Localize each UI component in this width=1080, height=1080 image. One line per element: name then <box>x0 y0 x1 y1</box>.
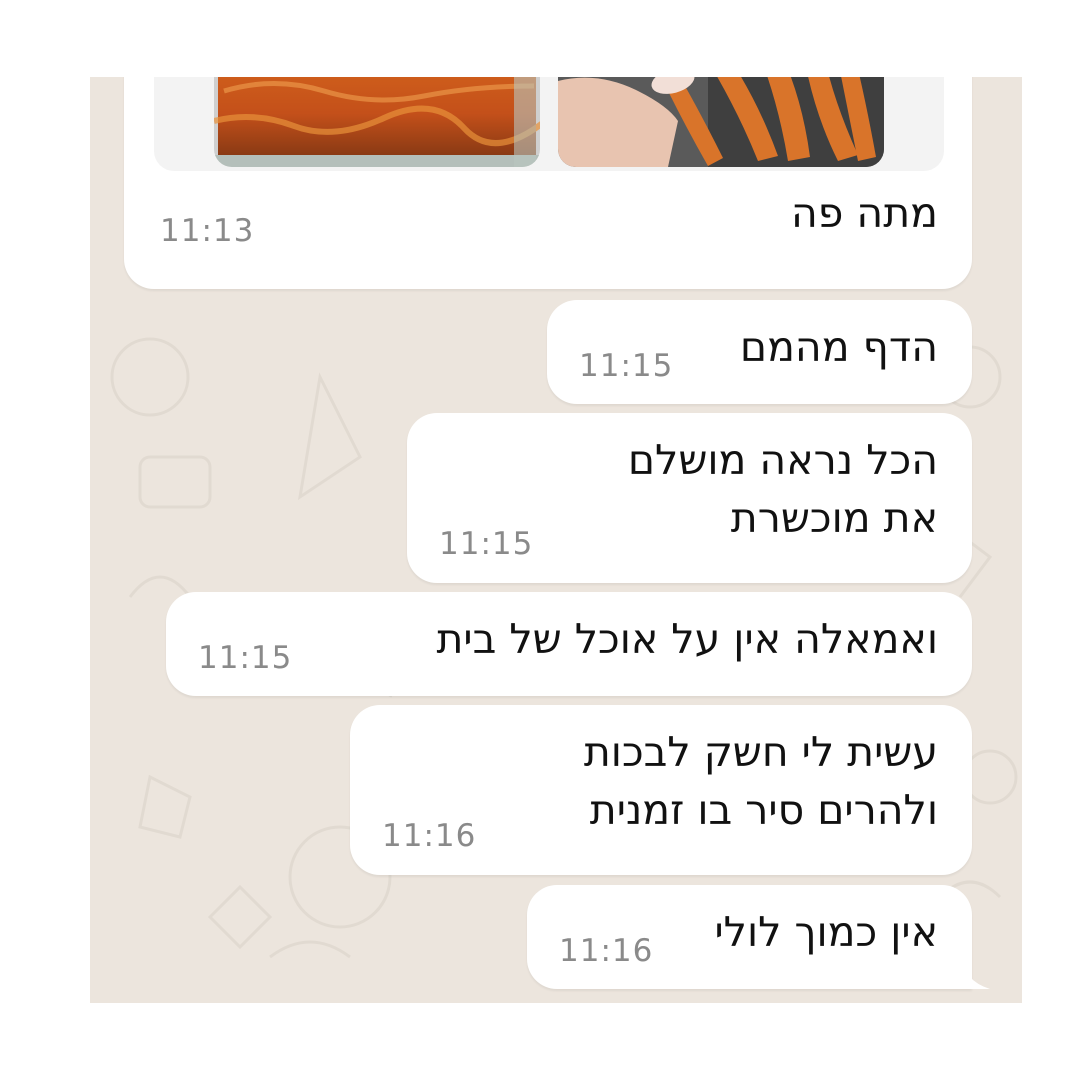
bubble-tail-icon <box>960 955 990 989</box>
message-line: ולהרים סיר בו זמנית <box>589 786 938 834</box>
message-text: עשית לי חשק לבכות ולהרים סיר בו זמנית <box>584 723 938 839</box>
message-timestamp: 11:15 <box>579 348 674 384</box>
message-timestamp: 11:16 <box>559 933 654 969</box>
message-line: ואמאלה אין על אוכל של בית <box>436 615 938 663</box>
image-sweet-potato[interactable] <box>558 77 884 167</box>
chat-area[interactable]: מתה פה 11:13 הדף מהמם 11:15 הכל נראה מוש… <box>90 77 1022 1003</box>
message-timestamp: 11:15 <box>198 640 293 676</box>
message-bubble-2[interactable]: הדף מהמם 11:15 <box>547 300 972 404</box>
message-line: עשית לי חשק לבכות <box>583 728 938 776</box>
message-text: אין כמוך לולי <box>715 903 938 961</box>
image-attachment-grid[interactable] <box>154 77 944 171</box>
message-line: אין כמוך לולי <box>714 908 938 956</box>
message-line: הכל נראה מושלם <box>627 436 938 484</box>
image-casserole[interactable] <box>214 77 540 167</box>
message-text: הדף מהמם <box>740 318 938 376</box>
message-line: את מוכשרת <box>730 494 938 542</box>
message-timestamp: 11:16 <box>382 818 477 854</box>
message-line: הדף מהמם <box>739 323 938 371</box>
message-timestamp: 11:15 <box>439 526 534 562</box>
message-bubble-1[interactable]: מתה פה 11:13 <box>124 77 972 289</box>
message-text: הכל נראה מושלם את מוכשרת <box>628 431 938 547</box>
message-text: מתה פה <box>791 184 938 242</box>
message-line: מתה פה <box>790 189 938 237</box>
message-bubble-4[interactable]: ואמאלה אין על אוכל של בית 11:15 <box>166 592 972 696</box>
message-bubble-3[interactable]: הכל נראה מושלם את מוכשרת 11:15 <box>407 413 972 583</box>
message-bubble-6[interactable]: אין כמוך לולי 11:16 <box>527 885 972 989</box>
message-text: ואמאלה אין על אוכל של בית <box>436 610 938 668</box>
message-timestamp: 11:13 <box>160 213 255 249</box>
message-bubble-5[interactable]: עשית לי חשק לבכות ולהרים סיר בו זמנית 11… <box>350 705 972 875</box>
